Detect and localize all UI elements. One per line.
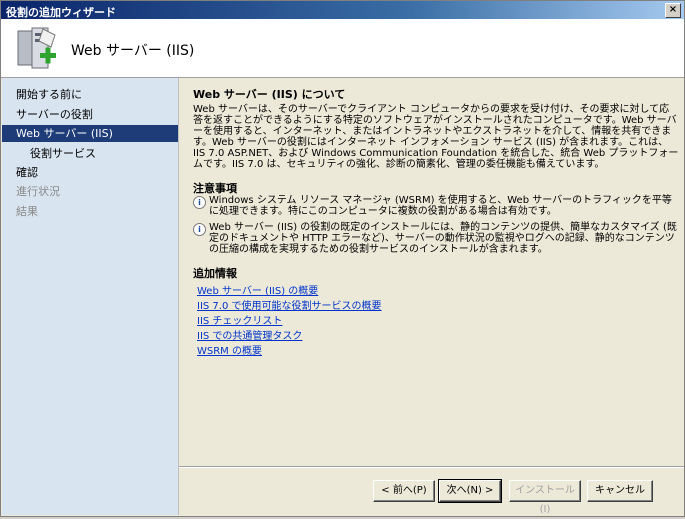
more-info-heading: 追加情報 (193, 267, 237, 280)
note-text: Windows システム リソース マネージャ (WSRM) を使用すると、We… (209, 195, 672, 217)
about-section: Web サーバー (IIS) について Web サーバーは、そのサーバーでクライ… (193, 86, 679, 170)
link-wsrm-overview[interactable]: WSRM の概要 (197, 342, 262, 357)
step-before-you-begin[interactable]: 開始する前に (2, 86, 178, 103)
link-iis-checklist[interactable]: IIS チェックリスト (197, 312, 282, 327)
step-server-roles[interactable]: サーバーの役割 (2, 106, 178, 123)
link-role-services-overview[interactable]: IIS 7.0 で使用可能な役割サービスの概要 (197, 297, 382, 312)
about-description: Web サーバーは、そのサーバーでクライアント コンピュータからの要求を受け付け… (193, 104, 679, 170)
step-web-server-iis[interactable]: Web サーバー (IIS) (2, 125, 178, 142)
step-results: 結果 (16, 205, 38, 218)
step-role-services[interactable]: 役割サービス (2, 145, 178, 162)
wizard-header: Web サーバー (IIS) (1, 19, 684, 78)
cancel-button[interactable]: キャンセル (587, 480, 653, 502)
page-title: Web サーバー (IIS) (71, 43, 195, 59)
wizard-steps: 開始する前に サーバーの役割 Web サーバー (IIS) 役割サービス 確認 … (2, 78, 179, 515)
step-confirmation[interactable]: 確認 (2, 164, 178, 181)
about-heading: Web サーバー (IIS) について (193, 88, 346, 101)
notes-heading: 注意事項 (193, 182, 237, 195)
install-button: インストール(I) (509, 480, 581, 515)
close-icon[interactable]: × (665, 3, 681, 18)
info-icon: i (193, 196, 206, 209)
footer-divider-highlight (179, 467, 684, 468)
content-pane: Web サーバー (IIS) について Web サーバーは、そのサーバーでクライ… (179, 78, 684, 515)
next-button[interactable]: 次へ(N) > (438, 479, 502, 503)
back-button[interactable]: < 前へ(P) (373, 480, 435, 502)
window-title: 役割の追加ウィザード (6, 6, 116, 19)
server-add-icon (17, 27, 56, 69)
info-icon: i (193, 223, 206, 236)
note-text: Web サーバー (IIS) の役割の既定のインストールには、静的コンテンツの提… (209, 222, 677, 255)
link-common-admin-tasks[interactable]: IIS での共通管理タスク (197, 327, 302, 342)
step-progress: 進行状況 (16, 185, 60, 198)
title-bar[interactable]: 役割の追加ウィザード × (1, 1, 684, 19)
wizard-window: 役割の追加ウィザード × Web サーバー (IIS) 開始する前に サーバーの… (0, 0, 685, 517)
link-web-server-overview[interactable]: Web サーバー (IIS) の概要 (197, 282, 318, 297)
